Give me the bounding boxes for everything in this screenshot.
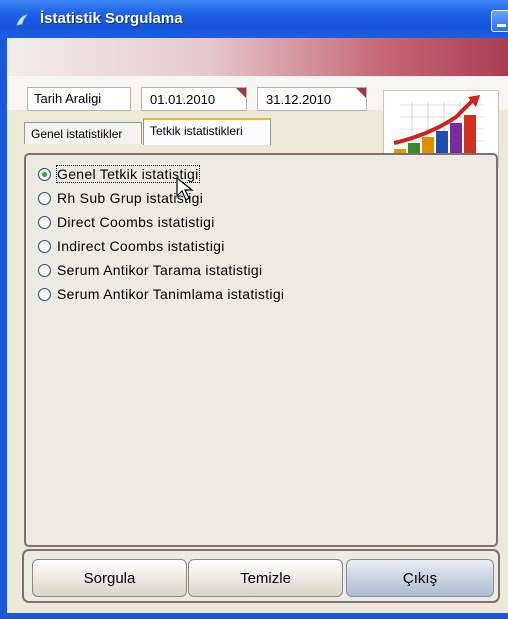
radio-button[interactable] xyxy=(38,263,51,277)
option-indirect-coombs[interactable]: Indirect Coombs istatistigi xyxy=(38,236,225,256)
end-date-dropdown-icon[interactable] xyxy=(356,88,366,98)
option-label: Serum Antikor Tanimlama istatistigi xyxy=(57,286,285,302)
start-date-field[interactable]: 01.01.2010 xyxy=(141,87,247,111)
radio-button[interactable] xyxy=(38,287,51,301)
exit-button[interactable]: Çıkış xyxy=(346,559,494,597)
query-button[interactable]: Sorgula xyxy=(32,559,187,597)
button-bar: Sorgula Temizle Çıkış xyxy=(22,549,500,603)
minimize-icon xyxy=(497,24,506,27)
radio-button[interactable] xyxy=(38,239,51,253)
end-date-field[interactable]: 31.12.2010 xyxy=(257,87,367,111)
radio-button[interactable] xyxy=(38,215,51,229)
titlebar[interactable]: İstatistik Sorgulama xyxy=(0,0,508,38)
start-date-dropdown-icon[interactable] xyxy=(236,88,246,98)
header-banner xyxy=(7,38,508,76)
option-label: Indirect Coombs istatistigi xyxy=(57,238,225,254)
option-direct-coombs[interactable]: Direct Coombs istatistigi xyxy=(38,212,215,232)
minimize-button[interactable] xyxy=(491,10,508,32)
option-label: Direct Coombs istatistigi xyxy=(57,214,215,230)
end-date-value: 31.12.2010 xyxy=(266,92,332,107)
mouse-cursor-icon xyxy=(176,176,194,201)
option-label: Serum Antikor Tarama istatistigi xyxy=(57,262,263,278)
clear-button[interactable]: Temizle xyxy=(188,559,343,597)
radio-button[interactable] xyxy=(38,167,51,181)
window-title: İstatistik Sorgulama xyxy=(40,10,183,27)
tab-genel-istatistikler[interactable]: Genel istatistikler xyxy=(24,122,142,144)
window: İstatistik Sorgulama Tarih Araligi 01.01… xyxy=(0,0,508,619)
date-range-label: Tarih Araligi xyxy=(27,87,131,111)
option-serum-antikor-tanimlama[interactable]: Serum Antikor Tanimlama istatistigi xyxy=(38,284,284,304)
tab-tetkik-istatistikleri[interactable]: Tetkik istatistikleri xyxy=(143,118,271,145)
options-panel: Genel Tetkik istatistigi Rh Sub Grup ist… xyxy=(24,153,498,547)
start-date-value: 01.01.2010 xyxy=(150,92,216,107)
radio-button[interactable] xyxy=(38,191,51,205)
option-serum-antikor-tarama[interactable]: Serum Antikor Tarama istatistigi xyxy=(38,260,262,280)
app-icon xyxy=(16,14,29,26)
